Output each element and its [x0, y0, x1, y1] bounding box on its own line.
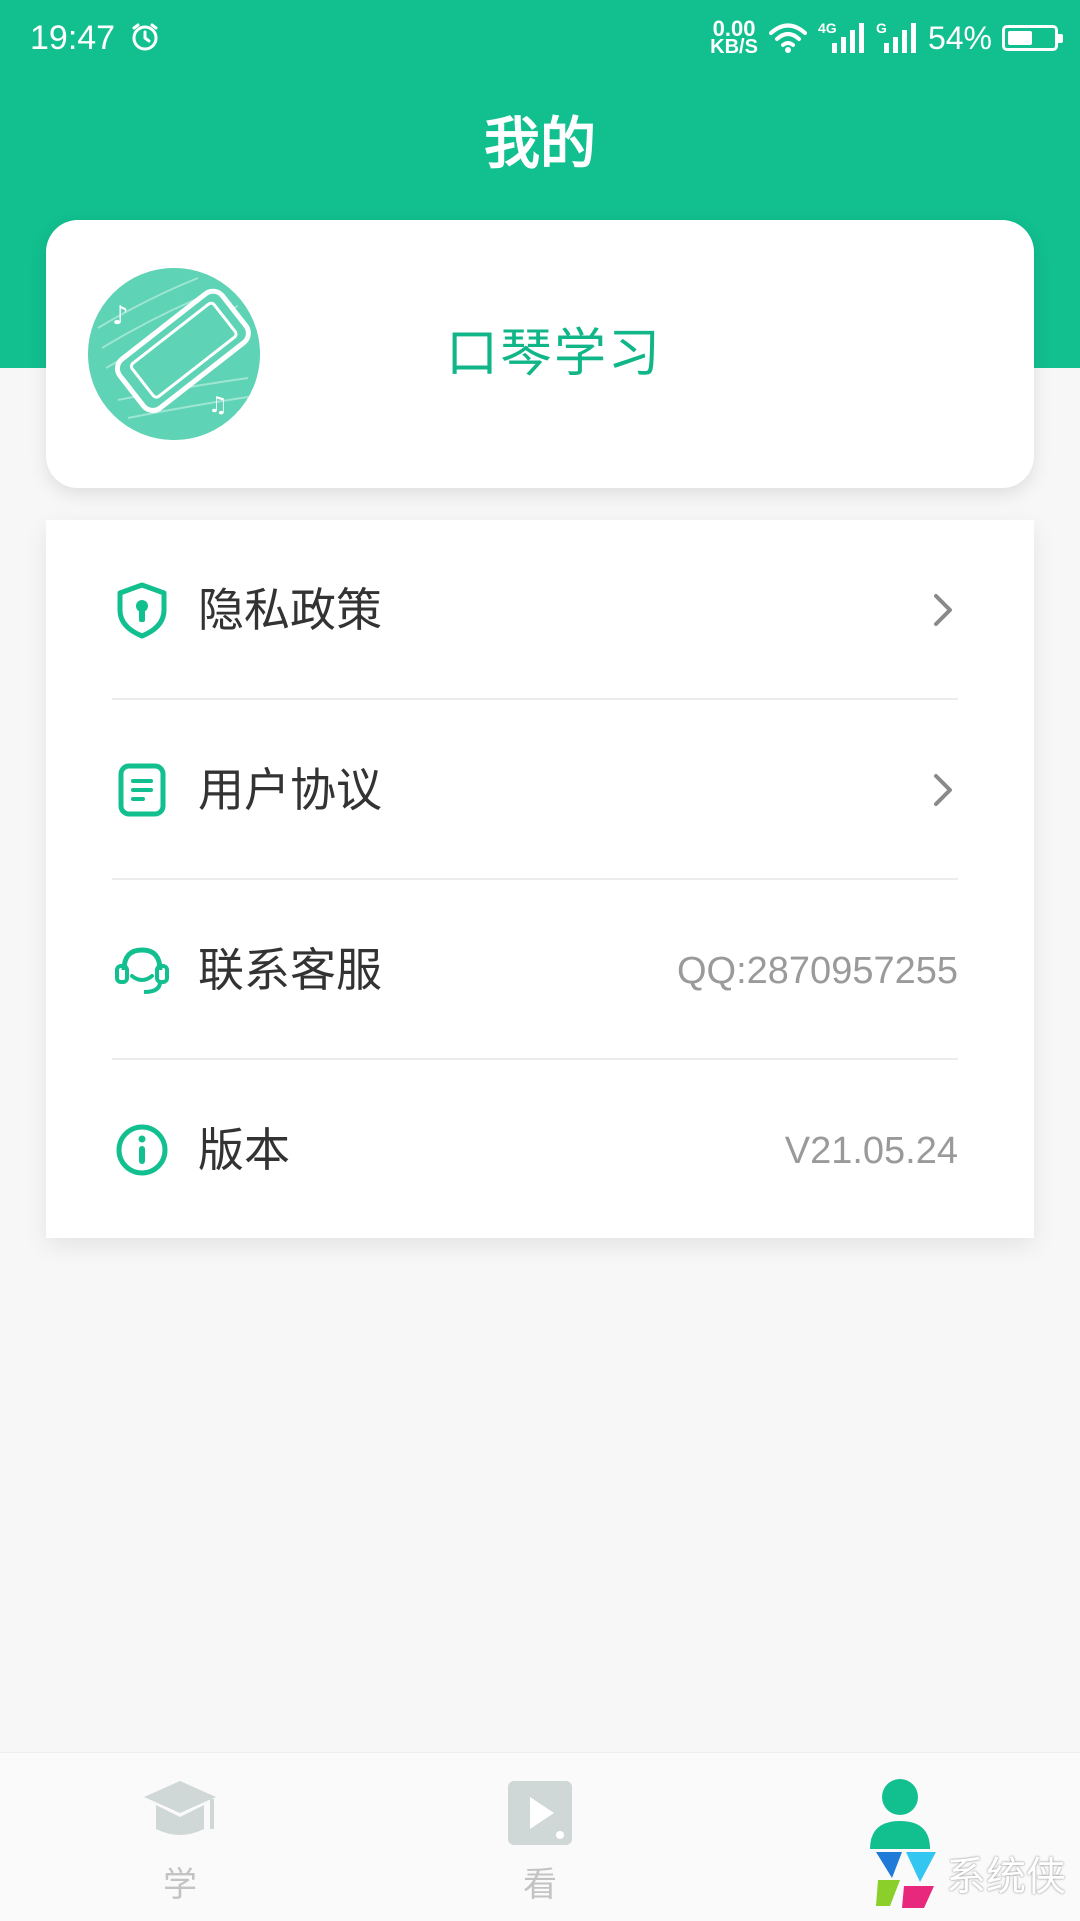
profile-name: 口琴学习: [446, 324, 663, 384]
menu-item-user-agreement[interactable]: 用户协议: [46, 700, 1034, 880]
tab-label: 看: [523, 1865, 557, 1905]
app-logo-avatar: ♪ ♫: [88, 268, 260, 440]
network-speed-unit: KB/S: [710, 36, 758, 58]
watermark-logo-icon: [876, 1852, 936, 1908]
document-icon: [118, 763, 166, 817]
network-speed: 0.00 KB/S: [710, 18, 758, 58]
menu-item-label: 版本: [198, 1123, 290, 1177]
tab-watch[interactable]: 看: [360, 1753, 720, 1921]
svg-text:♫: ♫: [208, 393, 228, 418]
page-title: 我的: [484, 112, 596, 177]
wifi-icon: [768, 23, 807, 53]
chevron-right-icon: [934, 594, 952, 626]
menu-item-privacy-policy[interactable]: 隐私政策: [46, 520, 1034, 700]
signal-g-icon: G: [876, 21, 918, 55]
menu-item-version: 版本 V21.05.24: [46, 1060, 1034, 1240]
customer-service-qq: QQ:2870957255: [676, 950, 958, 992]
tab-label: 学: [163, 1865, 197, 1905]
status-indicators: 0.00 KB/S 4G G 54%: [710, 14, 1063, 62]
menu-item-label: 联系客服: [198, 943, 382, 997]
alarm-icon: [132, 23, 158, 51]
user-icon: [870, 1779, 930, 1849]
status-time: 19:47: [30, 19, 116, 57]
menu-item-label: 隐私政策: [198, 583, 382, 637]
status-bar: 19:47 0.00 KB/S 4G G 54%: [0, 0, 1080, 76]
watermark: 系统侠: [872, 1842, 1072, 1912]
profile-card[interactable]: ♪ ♫ 口琴学习: [46, 220, 1034, 488]
watermark-text: 系统侠: [946, 1854, 1066, 1900]
graduation-cap-icon: [144, 1781, 216, 1835]
menu-item-label: 用户协议: [198, 763, 382, 817]
battery-percent: 54%: [927, 19, 992, 56]
shield-keyhole-icon: [117, 582, 167, 639]
signal-4g-icon: 4G: [818, 21, 866, 55]
video-play-icon: [508, 1781, 572, 1845]
info-icon: [116, 1124, 168, 1176]
tab-learn[interactable]: 学: [0, 1753, 360, 1921]
settings-menu: 隐私政策 用户协议 联系客服 QQ:2870957255 版本 V21.05.2…: [46, 520, 1034, 1238]
chevron-right-icon: [934, 774, 952, 806]
version-number: V21.05.24: [784, 1130, 958, 1172]
headset-icon: [115, 947, 169, 994]
harmonica-phone-icon: ♪ ♫: [88, 268, 260, 440]
svg-text:♪: ♪: [112, 301, 129, 331]
battery-icon: [1002, 25, 1063, 51]
menu-item-customer-service[interactable]: 联系客服 QQ:2870957255: [46, 880, 1034, 1060]
